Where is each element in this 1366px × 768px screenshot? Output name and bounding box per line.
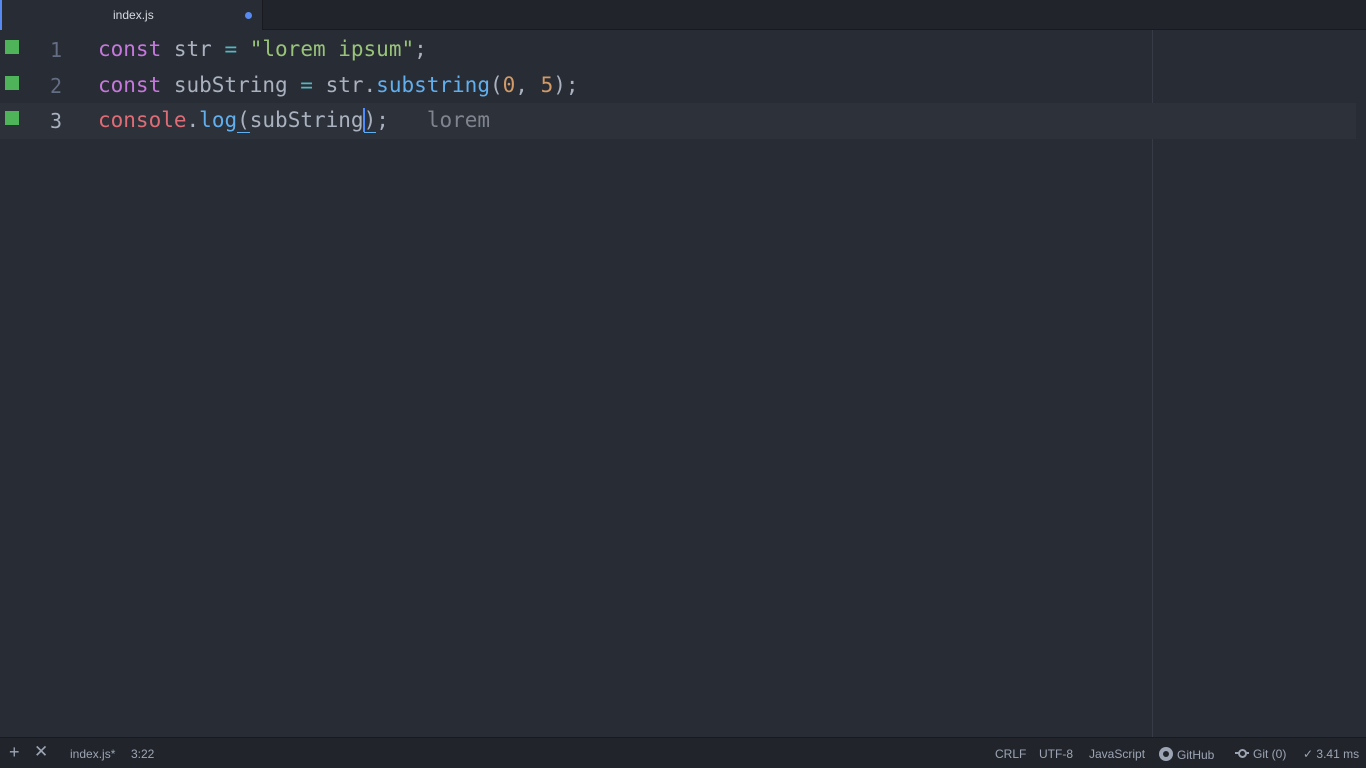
code-text: console.log(subString); lorem — [98, 108, 491, 133]
bracket-match: ( — [237, 108, 250, 133]
github-icon — [1159, 747, 1173, 761]
inline-result: lorem — [426, 108, 491, 132]
status-cursor-position[interactable]: 3:22 — [131, 747, 154, 761]
git-commit-icon — [1235, 748, 1249, 758]
status-file-name[interactable]: index.js* — [70, 747, 115, 761]
status-bar: + ✕ index.js* 3:22 CRLF UTF-8 JavaScript… — [0, 737, 1366, 768]
line-number: 2 — [49, 74, 62, 98]
status-encoding[interactable]: UTF-8 — [1039, 747, 1073, 761]
status-github[interactable]: GitHub — [1159, 747, 1214, 762]
bracket-match: ) — [363, 108, 377, 133]
code-editor[interactable]: 1 const str = "lorem ipsum"; 2 const sub… — [0, 30, 1366, 737]
code-text: const subString = str.substring(0, 5); — [98, 73, 579, 97]
status-grammar[interactable]: JavaScript — [1089, 747, 1145, 761]
git-added-marker — [5, 40, 19, 54]
line-number: 3 — [49, 109, 62, 133]
code-line-2[interactable]: 2 const subString = str.substring(0, 5); — [0, 68, 1356, 104]
tab-index-js[interactable]: index.js — [0, 0, 263, 30]
status-git[interactable]: Git (0) — [1235, 747, 1286, 761]
git-added-marker — [5, 111, 19, 125]
status-timing[interactable]: ✓ 3.41 ms — [1303, 747, 1359, 761]
code-text: const str = "lorem ipsum"; — [98, 37, 427, 61]
editor-window: index.js 1 const str = "lorem ipsum"; 2 … — [0, 0, 1366, 768]
git-added-marker — [5, 76, 19, 90]
close-icon[interactable]: ✕ — [34, 743, 48, 761]
code-line-1[interactable]: 1 const str = "lorem ipsum"; — [0, 32, 1356, 68]
code-line-3[interactable]: 3 console.log(subString); lorem — [0, 103, 1356, 139]
status-line-ending[interactable]: CRLF — [995, 747, 1026, 761]
plus-icon[interactable]: + — [9, 743, 20, 761]
tab-bar: index.js — [0, 0, 1366, 30]
modified-dot-icon[interactable] — [245, 12, 252, 19]
tab-title: index.js — [113, 8, 154, 22]
line-number: 1 — [49, 38, 62, 62]
active-tab-indicator — [0, 0, 2, 30]
